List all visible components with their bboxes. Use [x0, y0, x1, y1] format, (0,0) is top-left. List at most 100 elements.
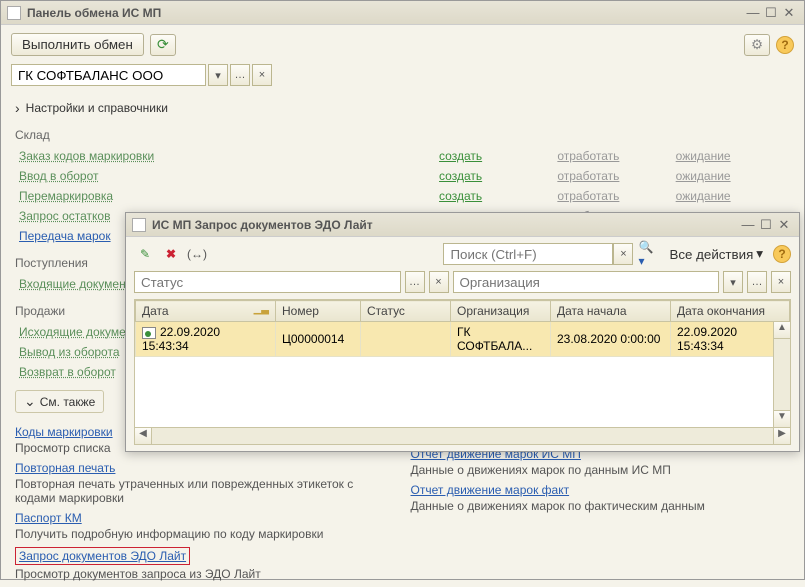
main-titlebar: Панель обмена ИС МП — ☐ ✕ — [1, 1, 804, 25]
scroll-up-button[interactable]: ▲ — [774, 322, 790, 339]
sub-title: ИС МП Запрос документов ЭДО Лайт — [152, 218, 739, 232]
org-filter-input[interactable] — [453, 271, 720, 293]
col-number[interactable]: Номер — [276, 301, 361, 322]
warehouse-row-link[interactable]: Ввод в оборот — [19, 169, 99, 183]
close-button[interactable]: ✕ — [780, 5, 798, 21]
col-end[interactable]: Дата окончания — [671, 301, 790, 322]
sub-maximize-button[interactable]: ☐ — [757, 217, 775, 233]
see-also-link[interactable]: Повторная печать — [15, 461, 115, 475]
org-pick-button[interactable]: … — [747, 271, 767, 293]
status-pick-button[interactable]: … — [405, 271, 425, 293]
see-also-link[interactable]: Паспорт КМ — [15, 511, 82, 525]
exchange-button[interactable]: Выполнить обмен — [11, 33, 144, 56]
warehouse-row-link[interactable]: Заказ кодов маркировки — [19, 149, 154, 163]
search-button[interactable]: 🔍▾ — [637, 243, 659, 265]
sub-close-button[interactable]: ✕ — [775, 217, 793, 233]
see-also-desc: Данные о движениях марок по данным ИС МП — [411, 461, 791, 483]
document-icon — [7, 6, 21, 20]
wait-link[interactable]: ожидание — [676, 149, 731, 163]
organization-row: ▾ … × — [1, 62, 804, 96]
cell-number: Ц00000014 — [276, 322, 361, 357]
warehouse-heading: Склад — [15, 124, 790, 146]
cell-status — [361, 322, 451, 357]
col-org[interactable]: Организация — [451, 301, 551, 322]
sub-toolbar: ✎ ✖ (↔) × 🔍▾ Все действия ▾ ? — [126, 237, 799, 269]
main-title: Панель обмена ИС МП — [27, 6, 744, 20]
process-link[interactable]: отработать — [557, 149, 619, 163]
highlighted-link-box: Запрос документов ЭДО Лайт — [15, 547, 190, 565]
vertical-scrollbar[interactable]: ▲ ▼ — [773, 322, 790, 427]
process-link[interactable]: отработать — [557, 169, 619, 183]
navigate-button[interactable]: (↔) — [186, 243, 208, 265]
sort-icon: ▁▃ — [254, 304, 269, 315]
create-link[interactable]: создать — [439, 169, 482, 183]
wait-link[interactable]: ожидание — [676, 169, 731, 183]
table-row: Заказ кодов маркировки создать отработат… — [15, 146, 790, 166]
see-also-desc: Повторная печать утраченных или поврежде… — [15, 475, 395, 511]
search-clear-button[interactable]: × — [613, 243, 633, 265]
delete-button[interactable]: ✖ — [160, 243, 182, 265]
organization-pick-button[interactable]: … — [230, 64, 250, 86]
exchange-button-label: Выполнить обмен — [22, 37, 133, 52]
settings-expander-label: Настройки и справочники — [26, 101, 168, 115]
refresh-icon — [157, 36, 169, 53]
see-also-desc: Просмотр документов запроса из ЭДО Лайт — [15, 565, 395, 587]
help-icon[interactable]: ? — [776, 36, 794, 54]
scroll-right-button[interactable]: ▶ — [773, 428, 790, 444]
see-also-label: См. также — [40, 395, 96, 409]
see-also-link[interactable]: Коды маркировки — [15, 425, 113, 439]
scroll-down-button[interactable]: ▼ — [774, 410, 790, 427]
col-date[interactable]: Дата▁▃ — [136, 301, 276, 322]
org-dropdown-button[interactable]: ▾ — [723, 271, 743, 293]
organization-input[interactable] — [11, 64, 206, 86]
row-document-icon — [142, 327, 156, 339]
warehouse-row-link[interactable]: Запрос остатков — [19, 209, 110, 223]
sales-row-link[interactable]: Возврат в оборот — [19, 365, 116, 379]
cell-org: ГК СОФТБАЛА... — [451, 322, 551, 357]
header-row: Дата▁▃ Номер Статус Организация Дата нач… — [136, 301, 790, 322]
status-filter-input[interactable] — [134, 271, 401, 293]
edit-button[interactable]: ✎ — [134, 243, 156, 265]
see-also-link[interactable]: Отчет движение марок факт — [411, 483, 570, 497]
document-icon — [132, 218, 146, 232]
organization-dropdown-button[interactable]: ▾ — [208, 64, 228, 86]
see-also-expander[interactable]: См. также — [15, 390, 104, 413]
all-actions-label: Все действия — [669, 247, 753, 262]
search-input[interactable] — [443, 243, 613, 265]
see-also-link-edo[interactable]: Запрос документов ЭДО Лайт — [19, 549, 186, 563]
receipts-row-link[interactable]: Входящие документы — [19, 277, 140, 291]
sub-minimize-button[interactable]: — — [739, 217, 757, 232]
data-row[interactable]: 22.09.2020 15:43:34 Ц00000014 ГК СОФТБАЛ… — [136, 322, 790, 357]
warehouse-row-link[interactable]: Передача марок — [19, 229, 111, 243]
all-actions-button[interactable]: Все действия ▾ — [663, 244, 769, 264]
chevron-down-icon — [24, 393, 36, 410]
settings-expander[interactable]: Настройки и справочники — [15, 96, 790, 124]
sales-row-link[interactable]: Вывод из оборота — [19, 345, 120, 359]
scroll-left-button[interactable]: ◀ — [135, 428, 152, 444]
see-also-desc: Данные о движениях марок по фактическим … — [411, 497, 791, 519]
table-row: Перемаркировка создать отработать ожидан… — [15, 186, 790, 206]
warehouse-row-link[interactable]: Перемаркировка — [19, 189, 113, 203]
settings-button[interactable] — [744, 34, 770, 56]
table-row: Ввод в оборот создать отработать ожидани… — [15, 166, 790, 186]
maximize-button[interactable]: ☐ — [762, 5, 780, 21]
create-link[interactable]: создать — [439, 189, 482, 203]
organization-clear-button[interactable]: × — [252, 64, 272, 86]
horizontal-scrollbar[interactable]: ◀ ▶ — [135, 427, 790, 444]
col-status[interactable]: Статус — [361, 301, 451, 322]
wait-link[interactable]: ожидание — [676, 189, 731, 203]
create-link[interactable]: создать — [439, 149, 482, 163]
cell-end: 22.09.2020 15:43:34 — [671, 322, 790, 357]
filter-row: … × ▾ … × — [126, 269, 799, 299]
status-clear-button[interactable]: × — [429, 271, 449, 293]
col-start[interactable]: Дата начала — [551, 301, 671, 322]
chevron-right-icon — [15, 100, 20, 116]
see-also-desc: Получить подробную информацию по коду ма… — [15, 525, 395, 547]
sub-help-icon[interactable]: ? — [773, 245, 791, 263]
data-table-container: Дата▁▃ Номер Статус Организация Дата нач… — [134, 299, 791, 445]
minimize-button[interactable]: — — [744, 5, 762, 20]
org-clear-button[interactable]: × — [771, 271, 791, 293]
refresh-button[interactable] — [150, 34, 176, 56]
process-link[interactable]: отработать — [557, 189, 619, 203]
sub-window: ИС МП Запрос документов ЭДО Лайт — ☐ ✕ ✎… — [125, 212, 800, 452]
